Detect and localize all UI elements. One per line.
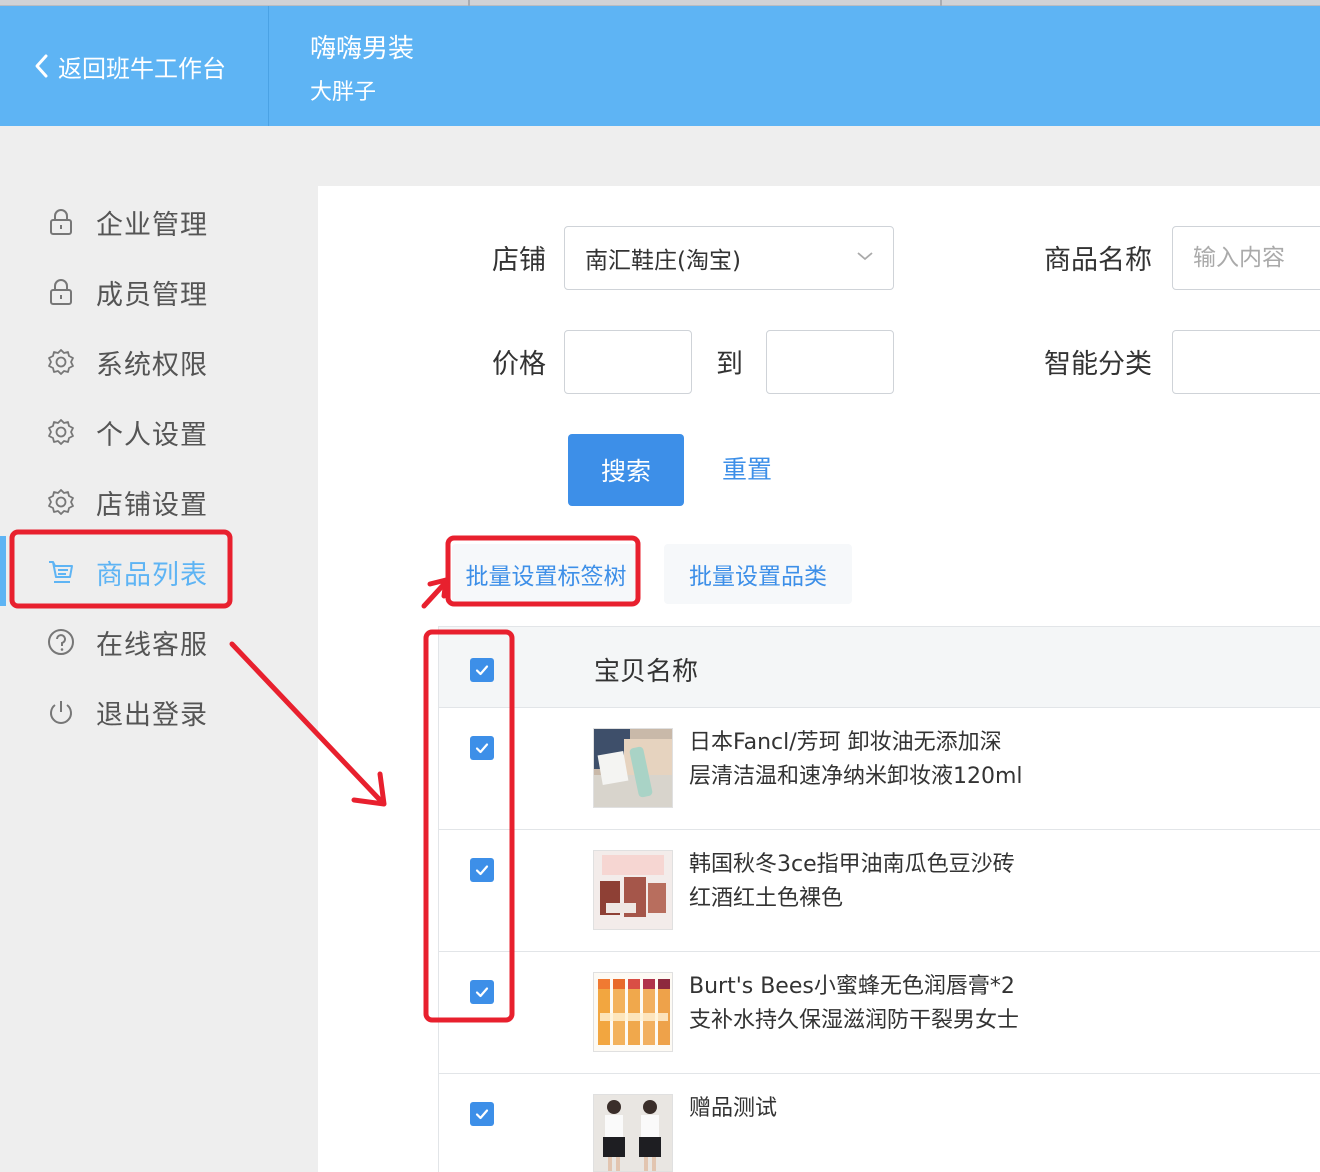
column-header-name: 宝贝名称 <box>594 657 699 687</box>
check-icon <box>475 743 489 754</box>
cart-icon <box>46 557 76 587</box>
price-min-input[interactable] <box>564 330 692 394</box>
product-name-line: 韩国秋冬3ce指甲油南瓜色豆沙砖 <box>689 852 1015 877</box>
smart-category-label: 智能分类 <box>1044 349 1152 380</box>
search-button[interactable]: 搜索 <box>568 434 684 506</box>
product-name-label: 商品名称 <box>1044 245 1152 276</box>
check-icon <box>475 1109 489 1120</box>
top-header: 返回班牛工作台 嗨嗨男装 大胖子 <box>0 6 1320 126</box>
shop-name: 嗨嗨男装 <box>310 34 415 64</box>
product-name-line: 红酒红土色裸色 <box>689 886 844 911</box>
table-row: 赠品测试 <box>439 1074 1320 1172</box>
row-checkbox[interactable] <box>470 858 494 882</box>
check-icon <box>475 865 489 876</box>
sidebar-item-permissions[interactable]: 系统权限 <box>0 334 318 390</box>
product-name[interactable]: Burt's Bees小蜜蜂无色润唇膏*2 支补水持久保湿滋润防干裂男女士 <box>689 970 1089 1038</box>
price-max-input[interactable] <box>766 330 894 394</box>
shop-select[interactable]: 南汇鞋庄(淘宝) <box>564 226 894 290</box>
sidebar-item-label: 在线客服 <box>96 629 208 661</box>
shop-select-value: 南汇鞋庄(淘宝) <box>585 248 741 274</box>
back-label: 返回班牛工作台 <box>58 54 226 83</box>
question-icon <box>46 627 76 657</box>
row-checkbox[interactable] <box>470 736 494 760</box>
table-row: 韩国秋冬3ce指甲油南瓜色豆沙砖 红酒红土色裸色 <box>439 830 1320 952</box>
sidebar-item-members[interactable]: 成员管理 <box>0 264 318 320</box>
smart-category-select[interactable] <box>1172 330 1320 394</box>
sidebar-item-label: 企业管理 <box>96 209 208 241</box>
select-all-checkbox[interactable] <box>470 658 494 682</box>
product-name-line: 支补水持久保湿滋润防干裂男女士 <box>689 1008 1020 1033</box>
product-name[interactable]: 韩国秋冬3ce指甲油南瓜色豆沙砖 红酒红土色裸色 <box>689 848 1089 916</box>
sidebar-item-online-service[interactable]: 在线客服 <box>0 614 318 670</box>
product-name-line: Burt's Bees小蜜蜂无色润唇膏*2 <box>689 974 1015 999</box>
sidebar-item-personal-settings[interactable]: 个人设置 <box>0 404 318 460</box>
product-thumbnail[interactable] <box>593 1094 673 1172</box>
main-panel: 店铺 南汇鞋庄(淘宝) 商品名称 价格 到 智能分类 搜索 重置 批量设置标签树… <box>318 186 1320 1172</box>
product-thumbnail[interactable] <box>593 728 673 808</box>
gear-icon <box>46 487 76 517</box>
chevron-left-icon <box>35 54 48 78</box>
sidebar-item-label: 店铺设置 <box>96 489 208 521</box>
check-icon <box>475 987 489 998</box>
chevron-down-icon <box>857 252 873 261</box>
product-name-input[interactable] <box>1172 226 1320 290</box>
gear-icon <box>46 347 76 377</box>
batch-set-category-button[interactable]: 批量设置品类 <box>664 544 852 604</box>
sidebar-item-shop-settings[interactable]: 店铺设置 <box>0 474 318 530</box>
product-name-line: 赠品测试 <box>689 1096 778 1121</box>
price-to-label: 到 <box>716 349 743 380</box>
product-name[interactable]: 赠品测试 <box>689 1092 1089 1126</box>
lock-icon <box>46 277 76 307</box>
reset-button[interactable]: 重置 <box>722 450 772 486</box>
sidebar-item-label: 成员管理 <box>96 279 208 311</box>
sidebar-item-label: 系统权限 <box>96 349 208 381</box>
sidebar-item-label: 个人设置 <box>96 419 208 451</box>
batch-set-tag-tree-button[interactable]: 批量设置标签树 <box>452 544 640 604</box>
table-row: 日本Fancl/芳珂 卸妆油无添加深 层清洁温和速净纳米卸妆液120ml <box>439 708 1320 830</box>
sidebar-item-label: 商品列表 <box>96 559 208 591</box>
check-icon <box>475 665 489 676</box>
product-thumbnail[interactable] <box>593 850 673 930</box>
product-name-line: 日本Fancl/芳珂 卸妆油无添加深 <box>689 730 1002 755</box>
sidebar-item-enterprise[interactable]: 企业管理 <box>0 194 318 250</box>
sidebar-item-product-list[interactable]: 商品列表 <box>0 544 318 600</box>
shop-filter-label: 店铺 <box>492 245 546 276</box>
user-name: 大胖子 <box>310 80 377 105</box>
sidebar-item-logout[interactable]: 退出登录 <box>0 684 318 740</box>
row-checkbox[interactable] <box>470 1102 494 1126</box>
power-icon <box>46 697 76 727</box>
product-name[interactable]: 日本Fancl/芳珂 卸妆油无添加深 层清洁温和速净纳米卸妆液120ml <box>689 726 1089 794</box>
product-name-line: 层清洁温和速净纳米卸妆液120ml <box>689 764 1023 789</box>
product-thumbnail[interactable] <box>593 972 673 1052</box>
lock-icon <box>46 207 76 237</box>
back-to-workbench-button[interactable]: 返回班牛工作台 <box>0 6 269 126</box>
gear-icon <box>46 417 76 447</box>
sidebar-item-label: 退出登录 <box>96 699 208 731</box>
table-header: 宝贝名称 <box>439 626 1320 708</box>
row-checkbox[interactable] <box>470 980 494 1004</box>
table-row: Burt's Bees小蜜蜂无色润唇膏*2 支补水持久保湿滋润防干裂男女士 <box>439 952 1320 1074</box>
price-label: 价格 <box>492 349 546 380</box>
product-table: 宝贝名称 日本Fancl/芳珂 卸妆油无添加深 层清洁温和速净纳米卸妆液120m… <box>438 626 1320 1172</box>
